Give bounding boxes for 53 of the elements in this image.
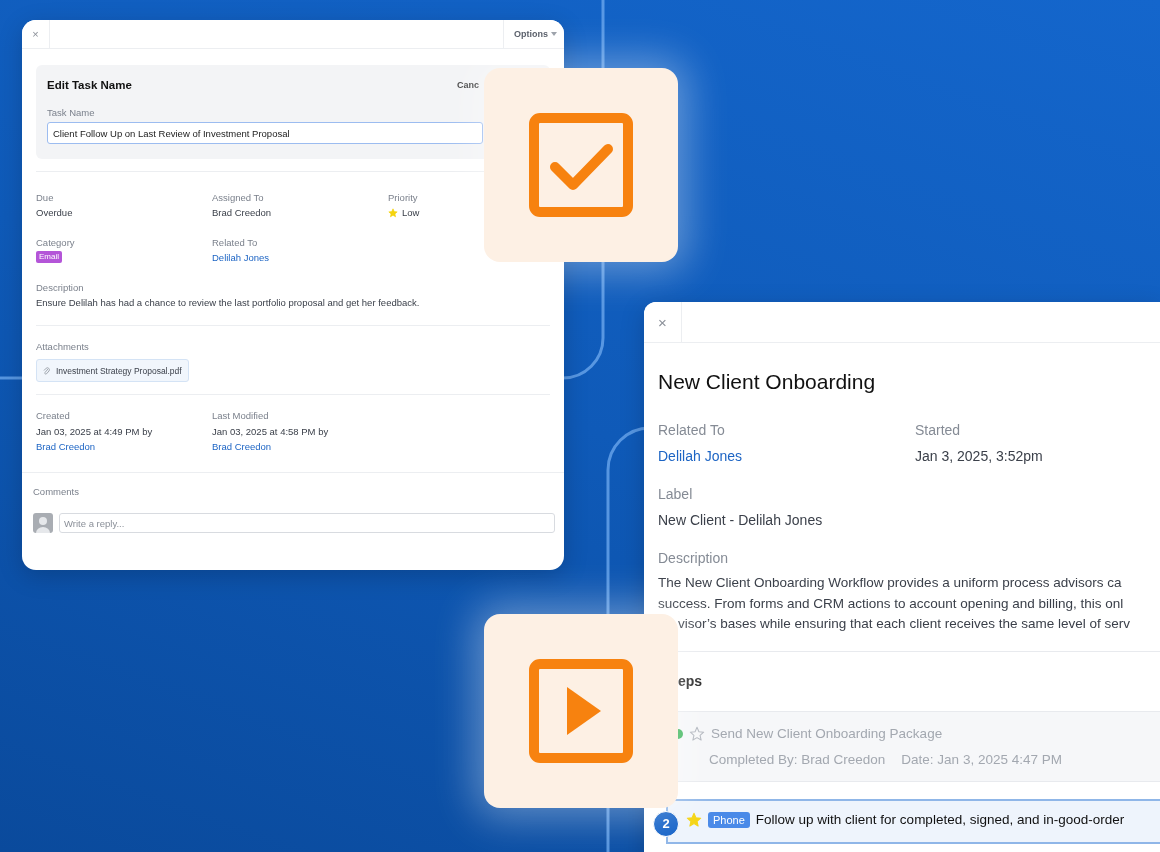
task-name-input[interactable]: Client Follow Up on Last Review of Investment Proposal [47,122,483,144]
cancel-button[interactable]: Canc [457,80,479,90]
category-tag: Email [36,251,62,263]
field-label: Related To [212,236,259,249]
close-button[interactable]: × [644,302,682,342]
field-label: Related To [658,421,726,439]
field-label: Priority [388,191,419,204]
field-label: Description [36,281,85,294]
related-link[interactable]: Delilah Jones [212,251,388,264]
star-icon [388,207,398,218]
workflow-title: New Client Onboarding [658,369,877,395]
field-label: Attachments [36,340,90,353]
field-label: Started [915,421,962,439]
field-label: Assigned To [212,191,265,204]
field-label: Due [36,191,55,204]
history-text: Jan 03, 2025 at 4:49 PM by Brad Creedon [36,425,154,454]
paperclip-icon [43,366,50,375]
related-link[interactable]: Delilah Jones [658,447,915,465]
field-label: Category [36,236,76,249]
field-value: Jan 3, 2025, 3:52pm [915,447,1044,465]
field-value: Overdue [36,206,74,219]
step-title: Send New Client Onboarding Package [711,726,943,741]
field-value: Brad Creedon [212,206,273,219]
description-line: The New Client Onboarding Workflow provides a uniform process advisors ca [658,574,1123,592]
completed-by-text: Completed By: Brad Creedon [709,751,886,767]
field-label: Task Name [47,106,96,119]
user-link[interactable]: Brad Creedon [212,441,272,452]
date-text: Date: Jan 3, 2025 4:47 PM [901,751,1062,767]
close-button[interactable]: × [22,20,50,48]
description-text: Ensure Delilah has had a chance to review the last portfolio proposal and get her feedback. [36,296,421,309]
step-number: 2 [653,810,679,837]
field-label: Description [658,549,730,567]
attachment-chip[interactable]: Investment Strategy Proposal.pdf [36,359,189,382]
panel-title: Edit Task Name [47,79,132,91]
reply-field[interactable]: Write a reply... [59,513,555,533]
caret-icon [551,32,557,36]
play-icon [529,659,633,763]
step-title: Follow up with client for completed, signed, and in-good-order [755,812,1125,827]
steps-heading: eps [677,672,703,689]
priority-value: Low [402,206,420,219]
field-label: Last Modified [212,409,270,422]
field-value: New Client - Delilah Jones [658,511,824,529]
options-button[interactable]: Options [503,20,564,48]
description-line: visor’s bases while ensuring that each client receives the same level of serv [677,615,1131,633]
comments-label: Comments [33,485,80,498]
field-label: Label [658,485,694,503]
history-text: Jan 03, 2025 at 4:58 PM by Brad Creedon [212,425,330,454]
field-label: Created [36,409,71,422]
user-link[interactable]: Brad Creedon [36,441,96,452]
checkbox-icon [529,113,633,217]
avatar-icon [33,513,53,533]
description-line: success. From forms and CRM actions to account opening and billing, this onl [658,594,1125,613]
step-tag: Phone [708,811,750,828]
